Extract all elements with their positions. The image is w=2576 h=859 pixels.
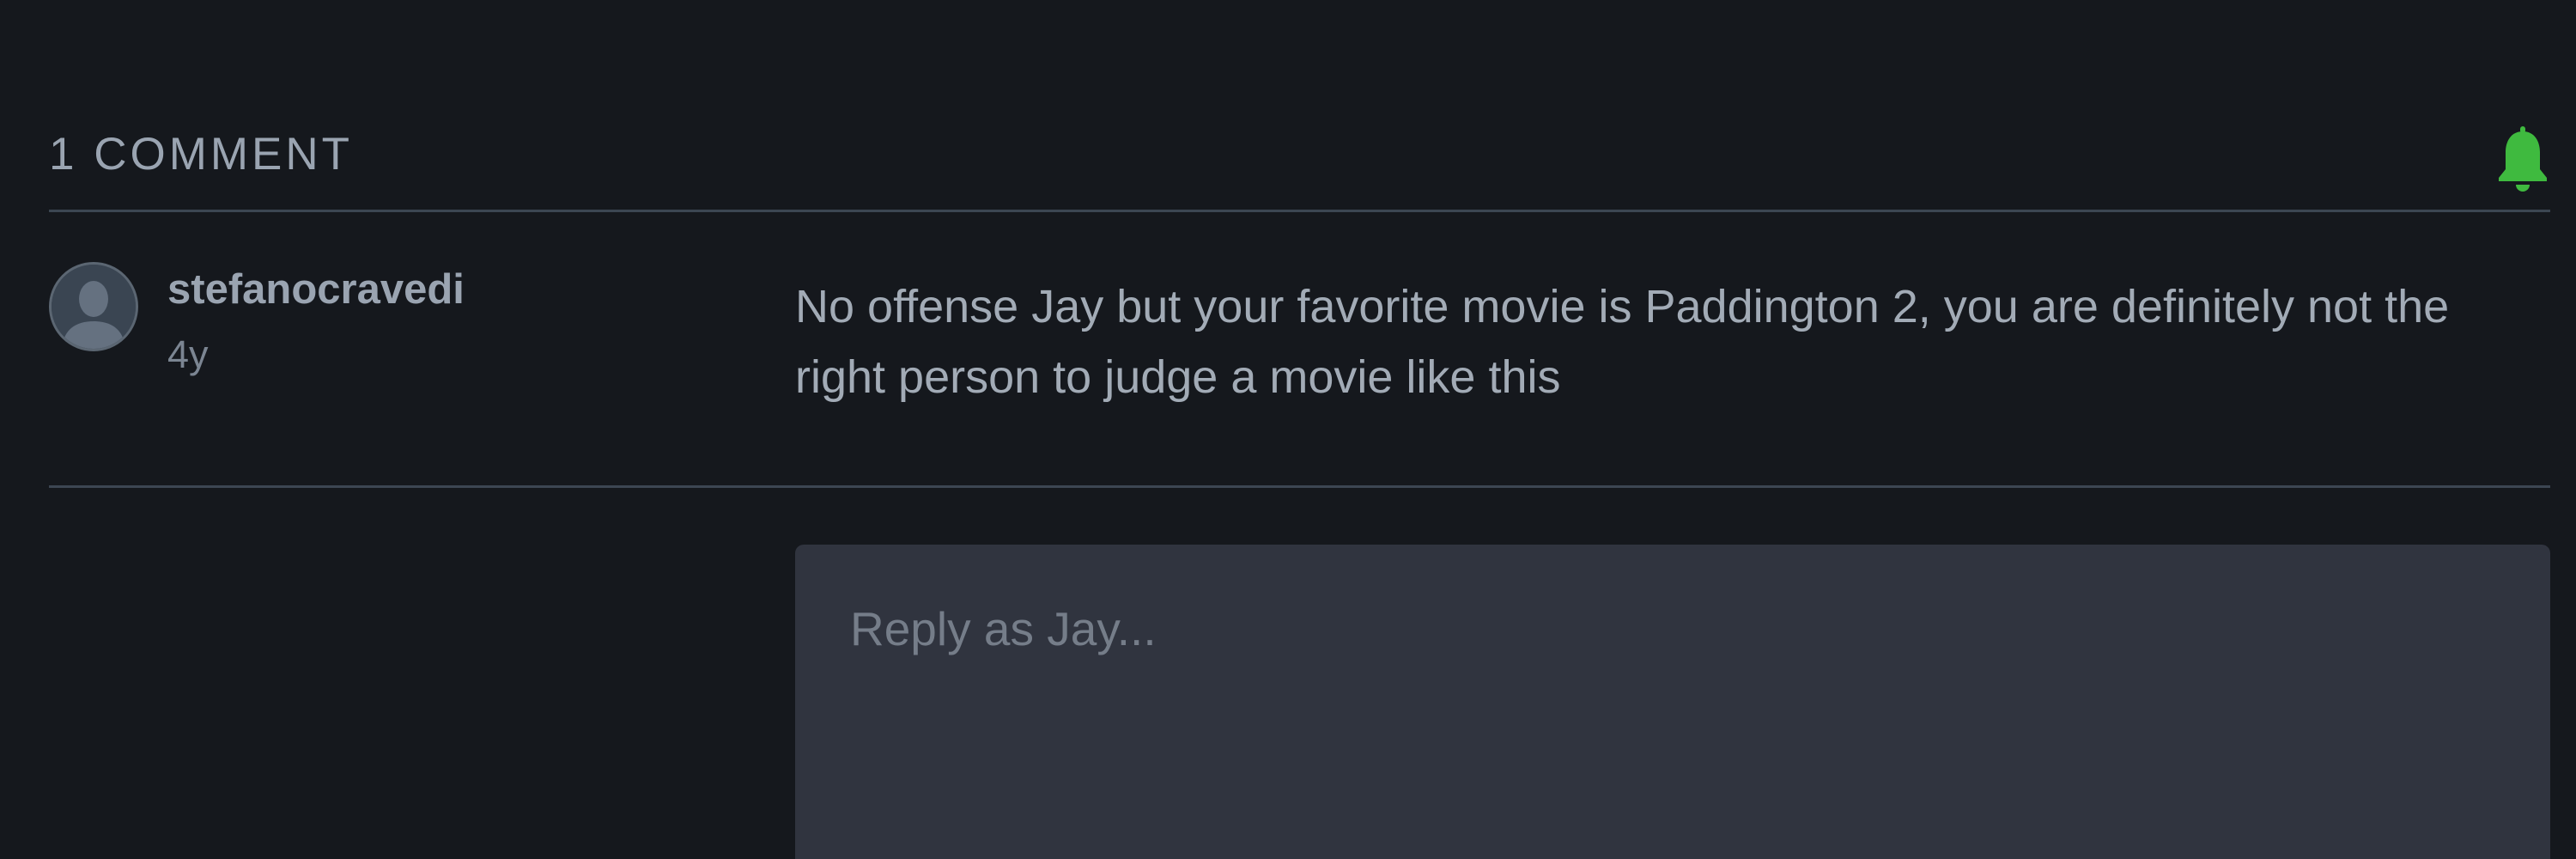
bell-icon[interactable] bbox=[2495, 126, 2550, 193]
comment-author[interactable]: stefanocravedi bbox=[167, 265, 465, 314]
comment-count: 1 COMMENT bbox=[49, 129, 353, 180]
comment-body: No offense Jay but your favorite movie i… bbox=[795, 281, 2450, 403]
comments-header: 1 COMMENT bbox=[49, 120, 2550, 212]
avatar[interactable] bbox=[49, 262, 138, 351]
comment-timestamp: 4y bbox=[167, 332, 209, 376]
reply-input[interactable] bbox=[795, 545, 2550, 859]
comment-item: stefanocravedi 4y No offense Jay but you… bbox=[49, 212, 2550, 488]
